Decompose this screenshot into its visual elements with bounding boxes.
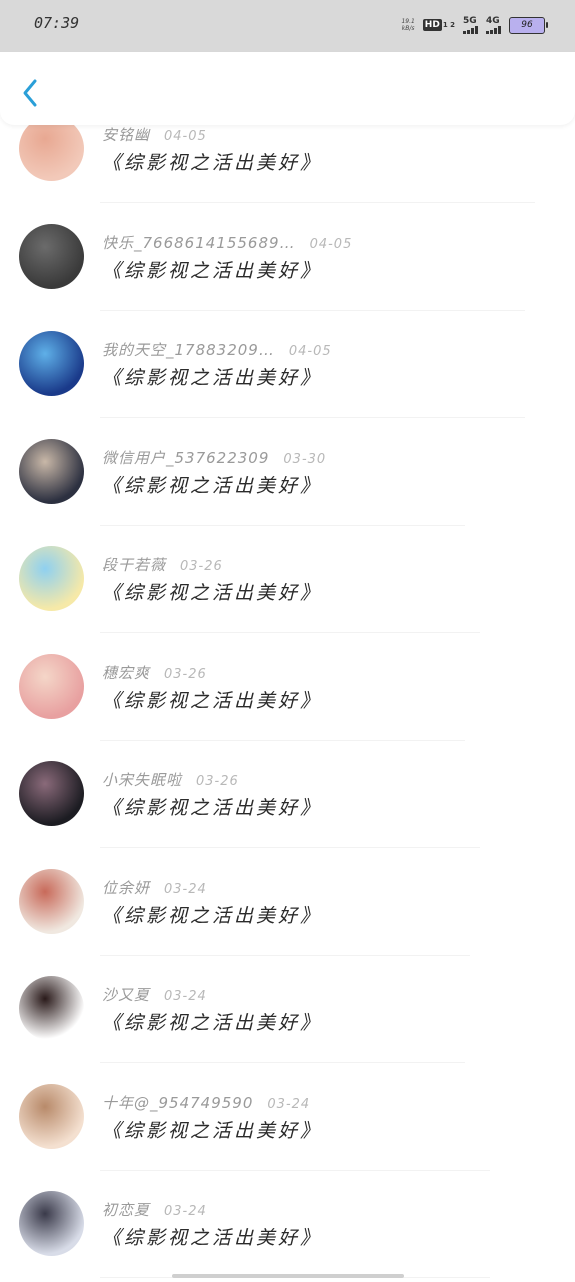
comment-item[interactable]: 我的天空_17883209… 04-05 《综影视之活出美好》 [0, 315, 575, 422]
comment-meta: 沙又夏 03-24 [102, 984, 207, 1005]
comment-date: 03-30 [283, 451, 327, 467]
username[interactable]: 快乐_7668614155689… [102, 232, 296, 253]
username[interactable]: 小宋失眠啦 [102, 769, 182, 790]
comment-item[interactable]: 初恋夏 03-24 《综影视之活出美好》 [0, 1175, 575, 1282]
comment-meta: 安铭幽 04-05 [102, 124, 207, 145]
comment-item[interactable]: 穗宏爽 03-26 《综影视之活出美好》 [0, 638, 575, 745]
comment-date: 04-05 [164, 129, 207, 144]
comment-text: 《综影视之活出美好》 [102, 1227, 323, 1249]
divider [100, 202, 535, 203]
status-time: 07:39 [34, 14, 80, 32]
comment-item[interactable]: 段干若薇 03-26 《综影视之活出美好》 [0, 530, 575, 637]
divider [100, 632, 480, 633]
comment-meta: 微信用户_537622309 03-30 [102, 447, 326, 468]
nav-header [0, 52, 575, 125]
status-icons: 19.1 kB/s HD 1 2 5G 4G 96 [401, 14, 548, 36]
avatar[interactable] [19, 976, 84, 1041]
comment-meta: 我的天空_17883209… 04-05 [102, 339, 332, 360]
comment-date: 04-05 [309, 236, 353, 252]
divider [100, 954, 470, 956]
avatar[interactable] [19, 438, 84, 504]
comment-item[interactable]: 快乐_7668614155689… 04-05 《综影视之活出美好》 [0, 208, 575, 315]
hd-icon: HD 1 2 [422, 19, 455, 31]
comment-text: 《综影视之活出美好》 [102, 474, 323, 497]
username[interactable]: 我的天空_17883209… [102, 339, 275, 360]
comment-text: 《综影视之活出美好》 [102, 152, 323, 174]
comment-text: 《综影视之活出美好》 [102, 904, 323, 927]
divider [100, 417, 525, 418]
username[interactable]: 沙又夏 [102, 984, 150, 1005]
comment-item[interactable]: 沙又夏 03-24 《综影视之活出美好》 [0, 960, 575, 1067]
divider [100, 309, 525, 311]
comment-meta: 穗宏爽 03-26 [102, 662, 207, 683]
divider [100, 739, 465, 741]
status-bar: 07:39 19.1 kB/s HD 1 2 5G 4G 96 [0, 0, 575, 52]
comment-text: 《综影视之活出美好》 [102, 367, 323, 389]
username[interactable]: 十年@_954749590 [102, 1092, 253, 1113]
avatar[interactable] [19, 1083, 84, 1149]
comment-text: 《综影视之活出美好》 [102, 797, 323, 819]
comment-meta: 位余妍 03-24 [102, 877, 207, 898]
battery-icon: 96 [509, 16, 548, 34]
avatar[interactable] [19, 653, 84, 719]
divider [100, 1169, 490, 1171]
back-button[interactable] [18, 76, 46, 110]
comment-date: 03-24 [164, 881, 207, 897]
signal-4g-icon: 4G [486, 16, 501, 34]
comment-date: 03-24 [164, 989, 207, 1004]
comment-date: 03-24 [164, 1204, 207, 1219]
comment-text: 《综影视之活出美好》 [102, 1012, 323, 1034]
comment-item[interactable]: 微信用户_537622309 03-30 《综影视之活出美好》 [0, 423, 575, 530]
username[interactable]: 微信用户_537622309 [102, 447, 269, 468]
avatar[interactable] [19, 1191, 84, 1256]
comment-date: 03-26 [196, 774, 239, 789]
comment-meta: 十年@_954749590 03-24 [102, 1092, 310, 1113]
network-speed: 19.1 kB/s [401, 18, 415, 32]
divider [100, 1062, 465, 1063]
comment-text: 《综影视之活出美好》 [102, 582, 323, 604]
username[interactable]: 段干若薇 [102, 554, 166, 575]
comment-text: 《综影视之活出美好》 [102, 689, 323, 712]
username[interactable]: 初恋夏 [102, 1199, 150, 1220]
comment-meta: 初恋夏 03-24 [102, 1199, 207, 1220]
avatar[interactable] [19, 331, 84, 396]
divider [100, 524, 465, 526]
username[interactable]: 安铭幽 [102, 124, 150, 145]
comment-meta: 小宋失眠啦 03-26 [102, 769, 239, 790]
comment-text: 《综影视之活出美好》 [102, 259, 323, 282]
avatar[interactable] [19, 116, 84, 181]
comment-item[interactable]: 十年@_954749590 03-24 《综影视之活出美好》 [0, 1068, 575, 1175]
comment-item[interactable]: 位余妍 03-24 《综影视之活出美好》 [0, 853, 575, 960]
comment-date: 03-26 [180, 559, 223, 574]
comment-text: 《综影视之活出美好》 [102, 1119, 323, 1142]
avatar[interactable] [19, 868, 84, 934]
username[interactable]: 穗宏爽 [102, 662, 150, 683]
divider [100, 847, 480, 848]
avatar[interactable] [19, 761, 84, 826]
comment-item[interactable]: 小宋失眠啦 03-26 《综影视之活出美好》 [0, 745, 575, 852]
comment-date: 03-24 [267, 1096, 311, 1112]
home-indicator [172, 1274, 404, 1278]
comment-date: 03-26 [164, 666, 207, 682]
avatar[interactable] [19, 223, 84, 289]
avatar[interactable] [19, 546, 84, 611]
signal-5g-icon: 5G [463, 16, 478, 34]
comment-meta: 段干若薇 03-26 [102, 554, 223, 575]
comment-meta: 快乐_7668614155689… 04-05 [102, 232, 352, 253]
chevron-left-icon [23, 79, 37, 107]
username[interactable]: 位余妍 [102, 877, 150, 898]
comment-date: 04-05 [288, 344, 332, 359]
